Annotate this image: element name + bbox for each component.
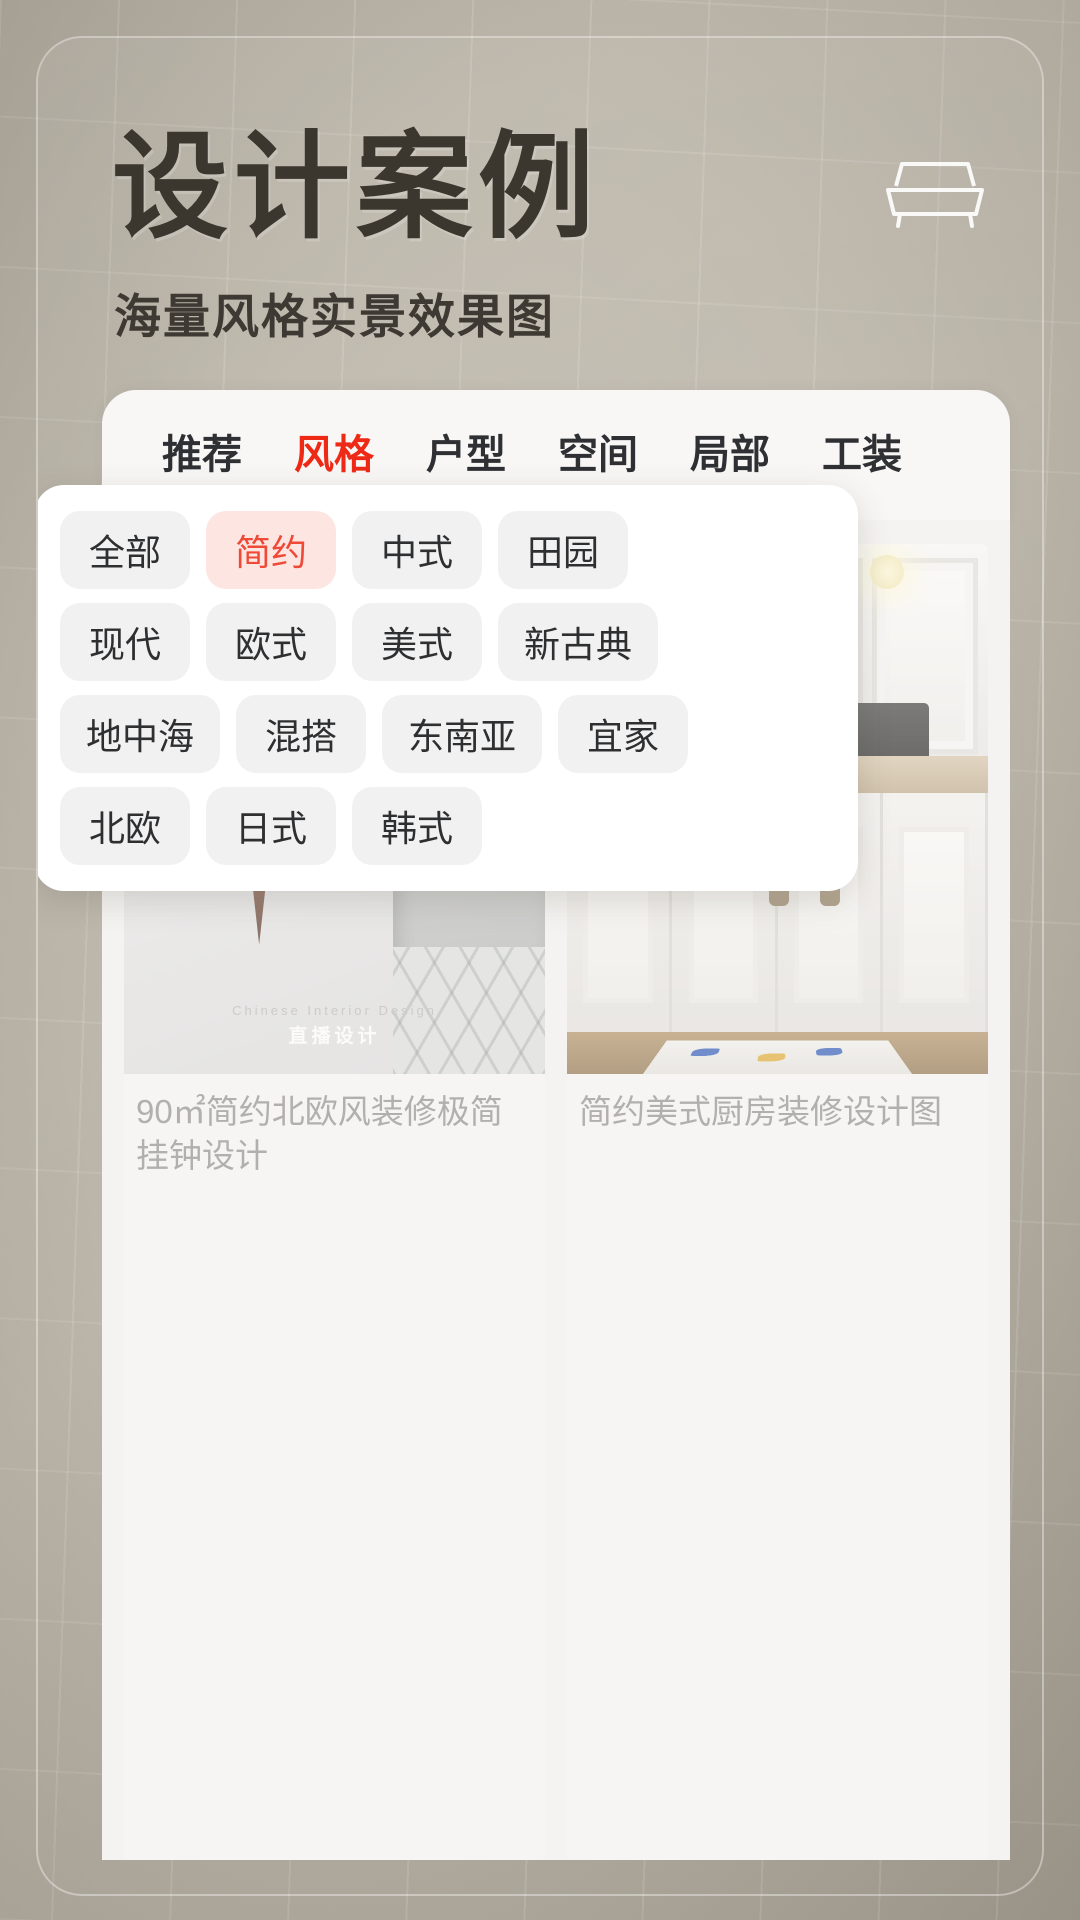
filter-chip-european[interactable]: 欧式 — [206, 603, 336, 681]
filter-chip-chinese[interactable]: 中式 — [352, 511, 482, 589]
filter-chip-row: 地中海 混搭 东南亚 宜家 — [56, 695, 836, 773]
result-caption: 90㎡简约北欧风装修极简挂钟设计 — [136, 1093, 503, 1175]
photo-overlay-cn: 直播设计 — [288, 1026, 381, 1047]
filter-chip-modern[interactable]: 现代 — [60, 603, 190, 681]
phone-frame: 设计案例 海量风格实景效果图 推荐 风格 户型 空间 局部 工装 Chinese… — [36, 36, 1044, 1896]
page-title: 设计案例 — [112, 122, 600, 252]
style-filter-panel: 全部 简约 中式 田园 现代 欧式 美式 新古典 地中海 混搭 东南亚 宜家 北… — [38, 485, 858, 891]
filter-chip-american[interactable]: 美式 — [352, 603, 482, 681]
result-caption: 简约美式厨房装修设计图 — [579, 1093, 942, 1130]
filter-chip-mixed[interactable]: 混搭 — [236, 695, 367, 773]
tab-label: 局部 — [690, 433, 770, 477]
filter-chip-mediterranean[interactable]: 地中海 — [60, 695, 221, 773]
photo-overlay-en: Chinese Interior Design — [232, 1003, 437, 1018]
tab-label: 风格 — [294, 433, 374, 477]
filter-chip-neoclassical[interactable]: 新古典 — [498, 603, 659, 681]
photo-ceiling-light — [869, 554, 904, 589]
photo-cabinet-door — [883, 793, 988, 1037]
filter-chip-southeast-asian[interactable]: 东南亚 — [382, 695, 543, 773]
app-screen: 设计案例 海量风格实景效果图 推荐 风格 户型 空间 局部 工装 Chinese… — [0, 0, 1080, 1920]
tab-label: 推荐 — [162, 433, 242, 477]
photo-rug-fish — [689, 1048, 720, 1057]
tab-label: 户型 — [426, 433, 506, 477]
photo-rug-fish — [757, 1053, 786, 1062]
tab-label: 空间 — [558, 433, 638, 477]
filter-chip-nordic[interactable]: 北欧 — [60, 787, 190, 865]
filter-chip-row: 现代 欧式 美式 新古典 — [56, 603, 836, 681]
filter-chip-row: 全部 简约 中式 田园 — [56, 511, 836, 589]
filter-chip-simple[interactable]: 简约 — [206, 511, 336, 589]
filter-chip-ikea[interactable]: 宜家 — [558, 695, 689, 773]
tab-label: 工装 — [822, 433, 902, 477]
filter-chip-korean[interactable]: 韩式 — [352, 787, 482, 865]
page-subtitle: 海量风格实景效果图 — [114, 290, 555, 343]
filter-chip-all[interactable]: 全部 — [60, 511, 190, 589]
filter-chip-pastoral[interactable]: 田园 — [498, 511, 628, 589]
filter-chip-row: 北欧 日式 韩式 — [56, 787, 836, 865]
filter-chip-japanese[interactable]: 日式 — [206, 787, 336, 865]
sofa-icon — [886, 162, 984, 228]
